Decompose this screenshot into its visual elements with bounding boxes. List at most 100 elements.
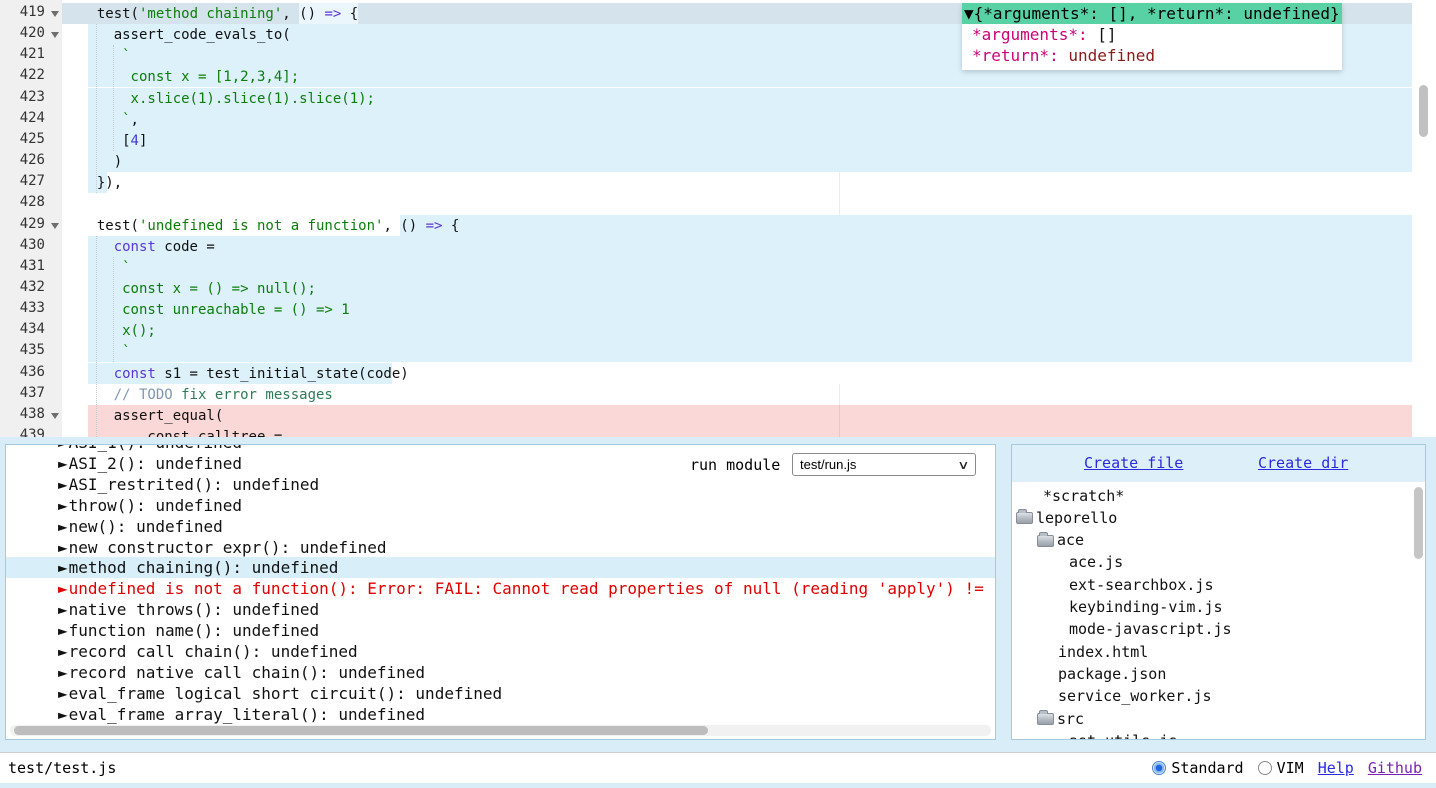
test-result-item[interactable]: ►eval_frame logical short circuit(): und… <box>6 683 995 704</box>
tree-file-item[interactable]: ace.js <box>1012 552 1412 574</box>
file-tree-vertical-scrollbar[interactable] <box>1414 487 1423 559</box>
tree-file-item[interactable]: service_worker.js <box>1012 686 1412 708</box>
module-select[interactable]: test/run.js ∨ <box>792 453 976 476</box>
line-number[interactable]: 432 <box>20 279 45 295</box>
tree-item-label: ext-searchbox.js <box>1069 575 1214 596</box>
test-result-item[interactable]: ►ASI_restrited(): undefined <box>6 474 995 495</box>
editor-line[interactable]: x(); <box>62 320 1412 341</box>
editor-line[interactable]: [4] <box>62 130 1412 151</box>
editor-line[interactable]: // TODO fix error messages <box>62 384 1412 405</box>
editor-line[interactable]: const x = () => null(); <box>62 278 1412 299</box>
line-number[interactable]: 427 <box>20 173 45 189</box>
expand-arrow-icon[interactable]: ► <box>58 621 68 640</box>
test-result-item[interactable]: ►native throws(): undefined <box>6 599 995 620</box>
expand-arrow-icon[interactable]: ► <box>58 705 68 724</box>
line-number[interactable]: 433 <box>20 300 45 316</box>
editor-line[interactable]: ) <box>62 151 1412 172</box>
expand-arrow-icon[interactable]: ► <box>58 600 68 619</box>
test-result-item[interactable]: ►method chaining(): undefined <box>6 557 995 578</box>
tree-file-item[interactable]: ext-searchbox.js <box>1012 574 1412 596</box>
line-number[interactable]: 430 <box>20 237 45 253</box>
editor-line[interactable]: ` <box>62 341 1412 362</box>
editor-line[interactable]: test('undefined is not a function', () =… <box>62 215 1412 236</box>
tooltip-collapse-header[interactable]: ▼{*arguments*: [], *return*: undefined} <box>962 3 1342 24</box>
fold-arrow-icon[interactable] <box>51 223 59 229</box>
keybinding-standard-label: Standard <box>1171 759 1243 777</box>
github-link[interactable]: Github <box>1368 759 1422 777</box>
line-number[interactable]: 420 <box>20 25 45 41</box>
console-horizontal-scrollbar-thumb[interactable] <box>14 726 708 735</box>
create-dir-link[interactable]: Create dir <box>1258 454 1348 472</box>
keybinding-option-vim[interactable]: VIM <box>1258 759 1304 777</box>
test-result-item[interactable]: ►throw(): undefined <box>6 495 995 516</box>
radio-unselected-icon[interactable] <box>1258 761 1272 775</box>
tree-file-item[interactable]: ast_utils.js <box>1012 730 1412 740</box>
keybinding-option-standard[interactable]: Standard <box>1152 759 1243 777</box>
tree-file-item[interactable]: package.json <box>1012 663 1412 685</box>
line-number[interactable]: 435 <box>20 342 45 358</box>
gutter-row: 425 <box>0 130 62 151</box>
expand-arrow-icon[interactable]: ► <box>58 454 68 473</box>
expand-arrow-icon[interactable]: ► <box>58 517 68 536</box>
tree-file-item[interactable]: keybinding-vim.js <box>1012 597 1412 619</box>
gutter-row: 430 <box>0 236 62 257</box>
line-number[interactable]: 428 <box>20 194 45 210</box>
tree-file-item[interactable]: index.html <box>1012 641 1412 663</box>
editor-line[interactable] <box>62 193 1412 214</box>
expand-arrow-icon[interactable]: ► <box>58 642 68 661</box>
line-number[interactable]: 439 <box>20 427 45 437</box>
line-number[interactable]: 429 <box>20 216 45 232</box>
expand-arrow-icon[interactable]: ► <box>58 538 68 557</box>
line-number[interactable]: 436 <box>20 364 45 380</box>
tree-folder-item[interactable]: leporello <box>1012 507 1412 529</box>
test-result-item[interactable]: ►function name(): undefined <box>6 620 995 641</box>
test-result-item[interactable]: ►eval_frame array_literal(): undefined <box>6 704 995 725</box>
radio-selected-icon[interactable] <box>1152 761 1166 775</box>
tree-folder-item[interactable]: src <box>1012 708 1412 730</box>
expand-arrow-icon[interactable]: ► <box>58 445 68 452</box>
test-result-item[interactable]: ►undefined is not a function(): Error: F… <box>6 578 995 599</box>
test-result-item[interactable]: ►record native call chain(): undefined <box>6 662 995 683</box>
editor-line[interactable]: `, <box>62 109 1412 130</box>
console-horizontal-scrollbar-track[interactable] <box>10 725 991 736</box>
help-link[interactable]: Help <box>1318 759 1354 777</box>
expand-arrow-icon[interactable]: ► <box>58 475 68 494</box>
fold-arrow-icon[interactable] <box>51 413 59 419</box>
line-number[interactable]: 437 <box>20 385 45 401</box>
test-result-item[interactable]: ►new constructor expr(): undefined <box>6 537 995 558</box>
line-number[interactable]: 425 <box>20 131 45 147</box>
code-editor[interactable]: test('method chaining', () => {assert_co… <box>0 0 1436 437</box>
editor-line[interactable]: }), <box>62 172 1412 193</box>
fold-arrow-icon[interactable] <box>51 32 59 38</box>
editor-line[interactable]: ` <box>62 257 1412 278</box>
editor-line[interactable]: const unreachable = () => 1 <box>62 299 1412 320</box>
fold-arrow-icon[interactable] <box>51 11 59 17</box>
expand-arrow-icon[interactable]: ► <box>58 496 68 515</box>
editor-vertical-scrollbar[interactable] <box>1419 85 1428 137</box>
test-result-item[interactable]: ►new(): undefined <box>6 516 995 537</box>
test-result-item[interactable]: ►ASI_1(): undefined <box>6 445 995 453</box>
expand-arrow-icon[interactable]: ► <box>58 663 68 682</box>
line-number[interactable]: 424 <box>20 110 45 126</box>
tree-file-item[interactable]: mode-javascript.js <box>1012 619 1412 641</box>
line-number[interactable]: 423 <box>20 89 45 105</box>
expand-arrow-icon[interactable]: ► <box>58 558 68 577</box>
expand-arrow-icon[interactable]: ► <box>58 579 68 598</box>
line-number[interactable]: 426 <box>20 152 45 168</box>
editor-line[interactable]: x.slice(1).slice(1).slice(1); <box>62 88 1412 109</box>
tree-file-item[interactable]: *scratch* <box>1012 485 1412 507</box>
test-result-item[interactable]: ►record call chain(): undefined <box>6 641 995 662</box>
line-number[interactable]: 422 <box>20 67 45 83</box>
line-number[interactable]: 431 <box>20 258 45 274</box>
tree-folder-item[interactable]: ace <box>1012 530 1412 552</box>
editor-line[interactable]: const calltree = ... <box>62 426 1412 437</box>
line-number[interactable]: 421 <box>20 46 45 62</box>
editor-line[interactable]: const s1 = test_initial_state(code) <box>62 363 1412 384</box>
editor-line[interactable]: assert_equal( <box>62 405 1412 426</box>
line-number[interactable]: 419 <box>20 4 45 20</box>
line-number[interactable]: 434 <box>20 321 45 337</box>
line-number[interactable]: 438 <box>20 406 45 422</box>
expand-arrow-icon[interactable]: ► <box>58 684 68 703</box>
create-file-link[interactable]: Create file <box>1084 454 1183 472</box>
editor-line[interactable]: const code = <box>62 236 1412 257</box>
